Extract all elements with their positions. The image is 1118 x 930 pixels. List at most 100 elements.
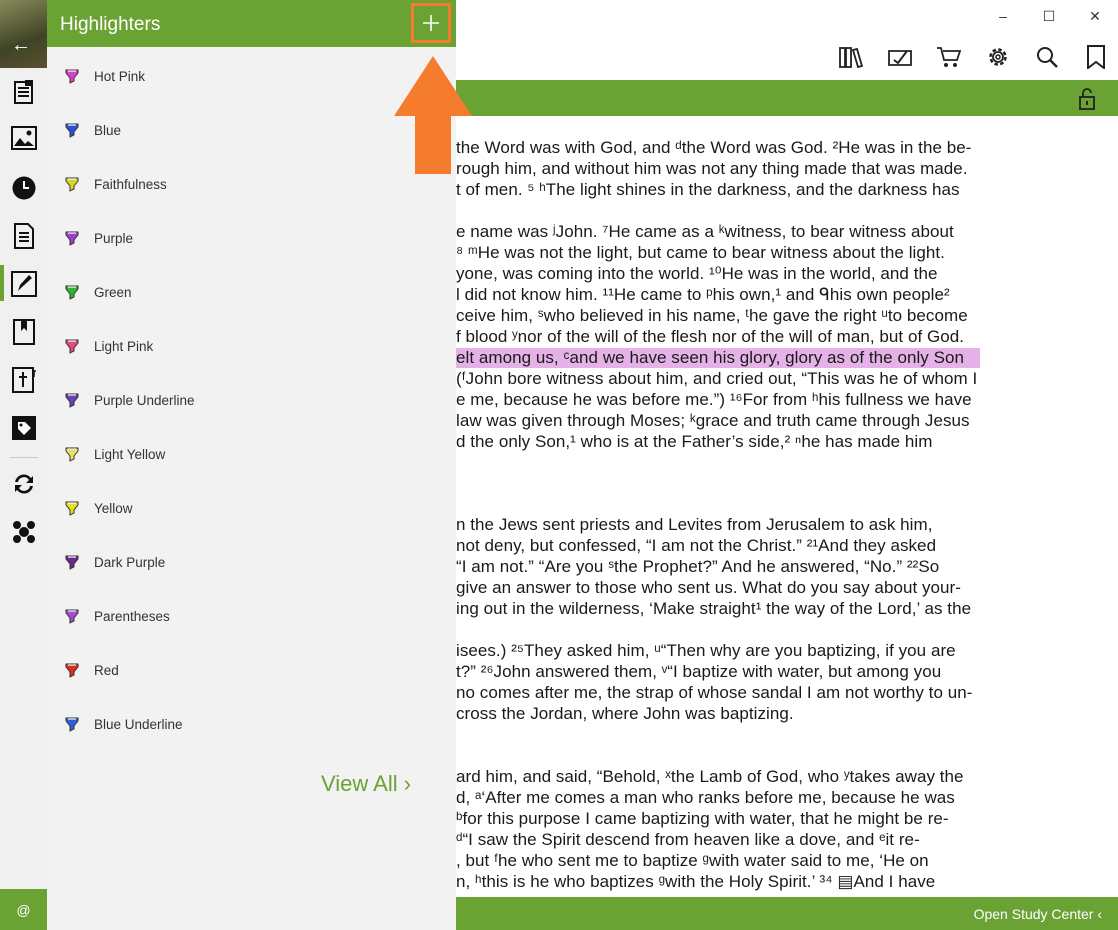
highlighter-item[interactable]: Light Pink: [63, 331, 153, 361]
sync-icon[interactable]: [10, 470, 38, 498]
highlighter-label: Blue: [94, 122, 122, 138]
text-line: f blood ʸnor of the will of the flesh no…: [456, 327, 965, 346]
panel-title: Highlighters: [60, 14, 161, 35]
text-line: ing out in the wilderness, ‘Make straigh…: [456, 599, 972, 618]
annotation-arrow: [394, 56, 472, 174]
panel-header: Highlighters: [47, 0, 456, 47]
open-study-center-button[interactable]: Open Study Center ‹: [974, 906, 1102, 922]
notes-icon[interactable]: [10, 78, 38, 106]
highlighter-pen-icon: [65, 447, 79, 462]
rail-divider: [10, 457, 38, 458]
highlighter-label: Light Pink: [94, 338, 154, 354]
highlighted-text-line: elt among us, ᶜand we have seen his glor…: [456, 348, 981, 368]
highlighter-item[interactable]: Purple: [63, 223, 133, 253]
highlighter-label: Green: [94, 284, 132, 300]
text-line: ard him, and said, “Behold, ˣthe Lamb of…: [456, 767, 964, 786]
bible-icon[interactable]: [10, 366, 38, 394]
text-line: n, ʰthis is he who baptizes ᵍwith the Ho…: [456, 872, 936, 891]
highlighter-label: Blue Underline: [94, 716, 183, 732]
text-line: t of men. ⁵ ʰThe light shines in the dar…: [456, 180, 960, 199]
images-icon[interactable]: [10, 124, 38, 152]
highlighter-item[interactable]: Faithfulness: [63, 169, 167, 199]
account-button[interactable]: @: [0, 889, 47, 930]
highlighter-pen-icon: [65, 231, 79, 246]
highlighter-label: Dark Purple: [94, 554, 166, 570]
text-line: e name was ʲJohn. ⁷He came as a ᵏwitness…: [456, 222, 954, 241]
unlock-icon[interactable]: [1078, 88, 1096, 115]
text-line: l did not know him. ¹¹He came to ᵖhis ow…: [456, 285, 950, 304]
bookmark-book-icon[interactable]: [10, 318, 38, 346]
text-line: t?” ²⁶John answered them, ᵛ“I baptize wi…: [456, 662, 942, 681]
highlighter-item[interactable]: Yellow: [63, 493, 133, 523]
highlighter-label: Purple Underline: [94, 392, 195, 408]
text-line: (ᶠJohn bore witness about him, and cried…: [456, 369, 978, 388]
highlighter-label: Faithfulness: [94, 176, 167, 192]
highlighter-item[interactable]: Red: [63, 655, 119, 685]
bible-text-area[interactable]: the Word was with God, and ᵈthe Word was…: [456, 116, 1118, 896]
highlighter-pen-icon: [65, 393, 79, 408]
text-line: ⁸ ᵐHe was not the light, but came to bea…: [456, 243, 945, 262]
highlighter-item[interactable]: Dark Purple: [63, 547, 165, 577]
text-line: no comes after me, the strap of whose sa…: [456, 683, 973, 702]
rail-selection-indicator: [0, 265, 4, 301]
text-line: e me, because he was before me.”) ¹⁶For …: [456, 390, 972, 409]
text-line: “I am not.” “Are you ˢthe Prophet?” And …: [456, 557, 940, 576]
settings-gear-icon[interactable]: [973, 42, 1022, 72]
text-line: , but ᶠhe who sent me to baptize ᵍwith w…: [456, 851, 929, 870]
highlighter-pen-icon: [65, 285, 79, 300]
document-icon[interactable]: [10, 222, 38, 250]
highlighter-pen-icon: [65, 609, 79, 624]
text-line: ᵈ“I saw the Spirit descend from heaven l…: [456, 830, 920, 849]
highlighter-item[interactable]: Blue Underline: [63, 709, 183, 739]
highlighter-pen-icon: [65, 555, 79, 570]
highlighter-label: Yellow: [94, 500, 133, 516]
highlighter-pen-icon: [65, 339, 79, 354]
view-all-link[interactable]: View All ›: [321, 771, 411, 797]
highlighter-label: Purple: [94, 230, 134, 246]
highlighter-pen-icon: [65, 501, 79, 516]
store-cart-icon[interactable]: [924, 42, 973, 72]
highlighter-pen-icon: [65, 663, 79, 678]
left-rail: ← @: [0, 0, 47, 930]
history-icon[interactable]: [10, 174, 38, 202]
text-line: n the Jews sent priests and Levites from…: [456, 515, 933, 534]
window-controls: – ☐ ✕: [980, 0, 1118, 36]
close-button[interactable]: ✕: [1072, 0, 1118, 32]
text-line: d the only Son,¹ who is at the Father’s …: [456, 432, 933, 451]
highlighter-pen-icon: [65, 717, 79, 732]
reading-plan-icon[interactable]: [875, 42, 924, 72]
highlighter-item[interactable]: Green: [63, 277, 132, 307]
minimize-icon: –: [999, 8, 1007, 24]
highlighter-item[interactable]: Light Yellow: [63, 439, 165, 469]
add-highlighter-button[interactable]: [411, 3, 451, 43]
account-label: @: [16, 901, 31, 918]
search-icon[interactable]: [1022, 42, 1071, 72]
text-line: d, ᵃ‘After me comes a man who ranks befo…: [456, 788, 955, 807]
minimize-button[interactable]: –: [980, 0, 1026, 32]
highlighter-label: Light Yellow: [94, 446, 166, 462]
highlighter-item[interactable]: Hot Pink: [63, 61, 145, 91]
maximize-button[interactable]: ☐: [1026, 0, 1072, 32]
highlighter-item[interactable]: Blue: [63, 115, 121, 145]
maximize-icon: ☐: [1042, 7, 1056, 24]
bookmark-icon[interactable]: [1071, 42, 1118, 72]
text-line: yone, was coming into the world. ¹⁰He wa…: [456, 264, 938, 283]
text-line: not deny, but confessed, “I am not the C…: [456, 536, 937, 555]
highlighter-label: Parentheses: [94, 608, 170, 624]
highlighter-item[interactable]: Purple Underline: [63, 385, 195, 415]
text-line: the Word was with God, and ᵈthe Word was…: [456, 138, 972, 157]
back-button[interactable]: ←: [0, 0, 47, 68]
highlighter-pen-icon: [65, 69, 79, 84]
highlighter-icon[interactable]: [10, 270, 38, 298]
back-arrow-icon: ←: [11, 34, 31, 56]
tag-icon[interactable]: [10, 414, 38, 442]
text-line: cross the Jordan, where John was baptizi…: [456, 704, 794, 723]
text-line: rough him, and without him was not any t…: [456, 159, 968, 178]
text-line: ᵇfor this purpose I came baptizing with …: [456, 809, 949, 828]
community-icon[interactable]: [10, 518, 38, 546]
library-icon[interactable]: [826, 42, 875, 72]
close-icon: ✕: [1089, 7, 1101, 24]
toolbar: [826, 42, 1118, 72]
text-line: isees.) ²⁵They asked him, ᵘ“Then why are…: [456, 641, 956, 660]
highlighter-item[interactable]: Parentheses: [63, 601, 170, 631]
